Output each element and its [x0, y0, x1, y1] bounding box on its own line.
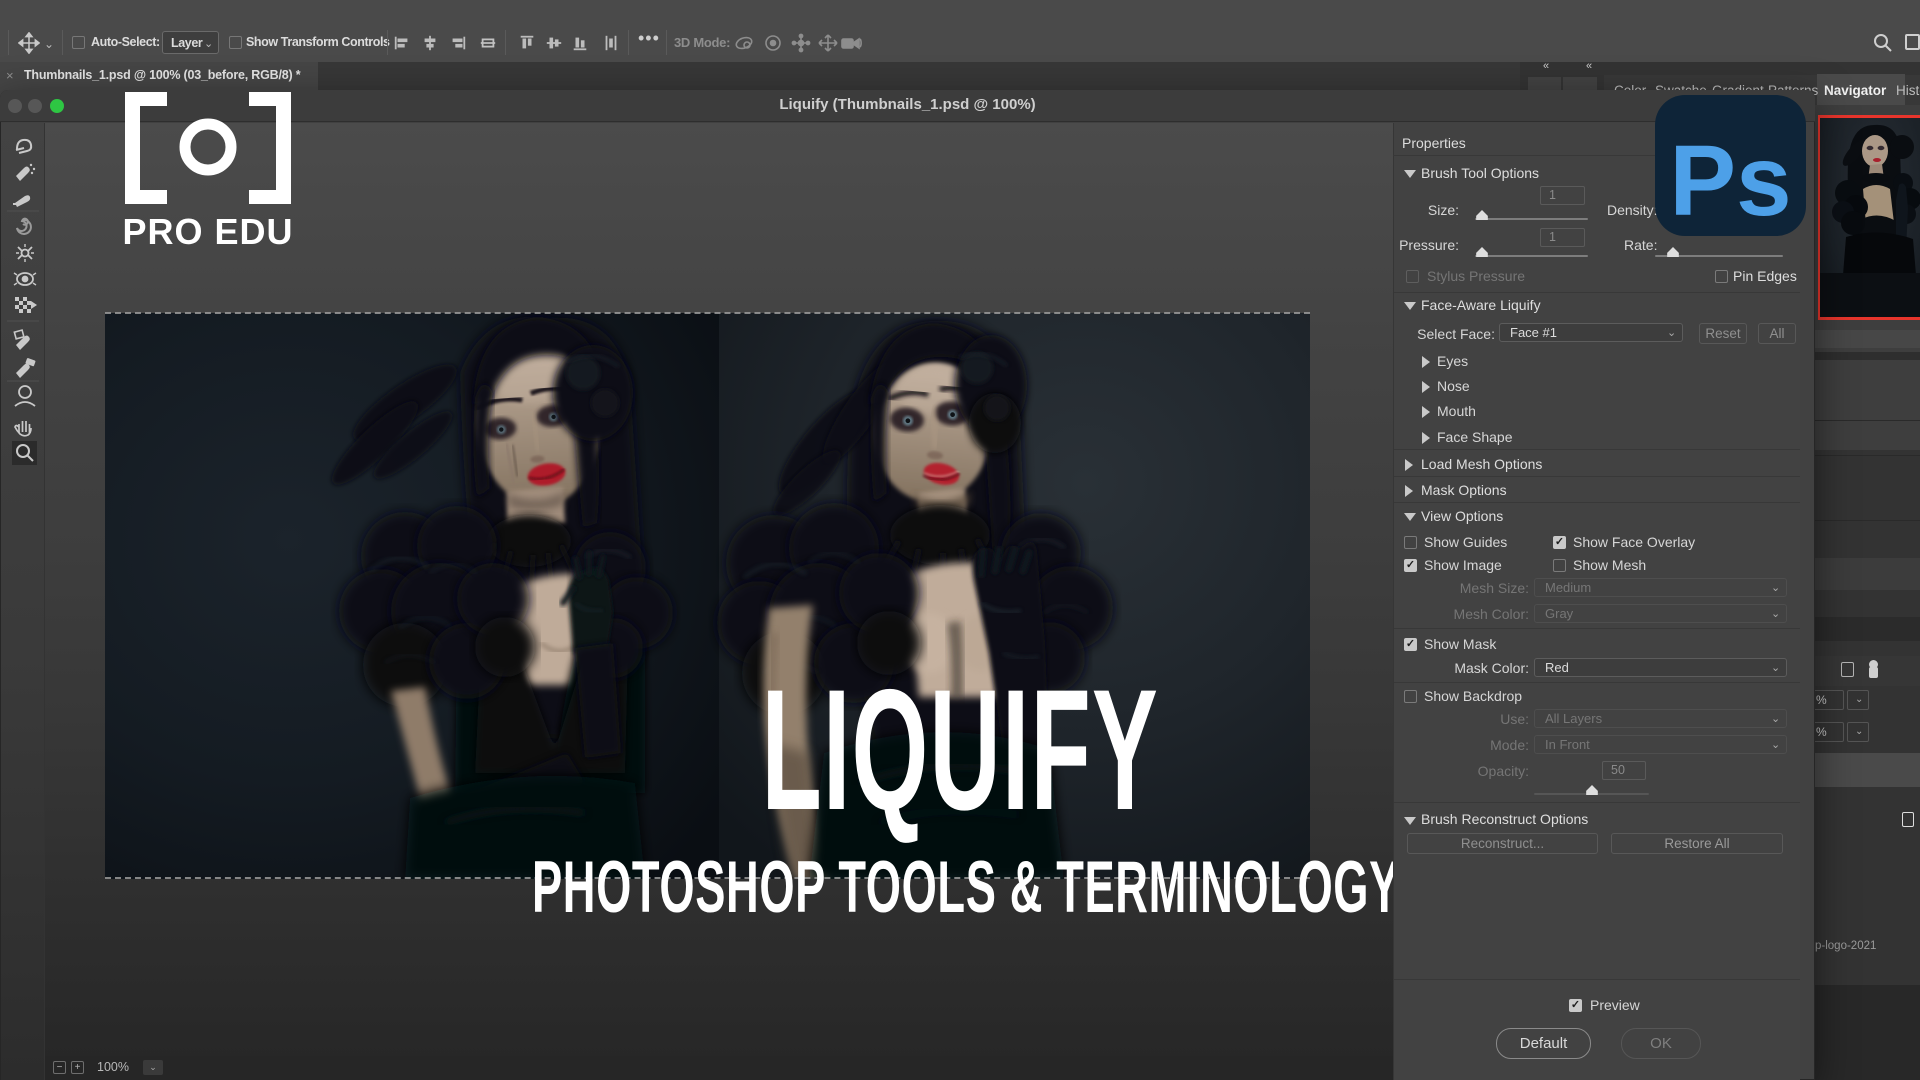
svg-text:PRO EDU: PRO EDU	[122, 211, 293, 250]
